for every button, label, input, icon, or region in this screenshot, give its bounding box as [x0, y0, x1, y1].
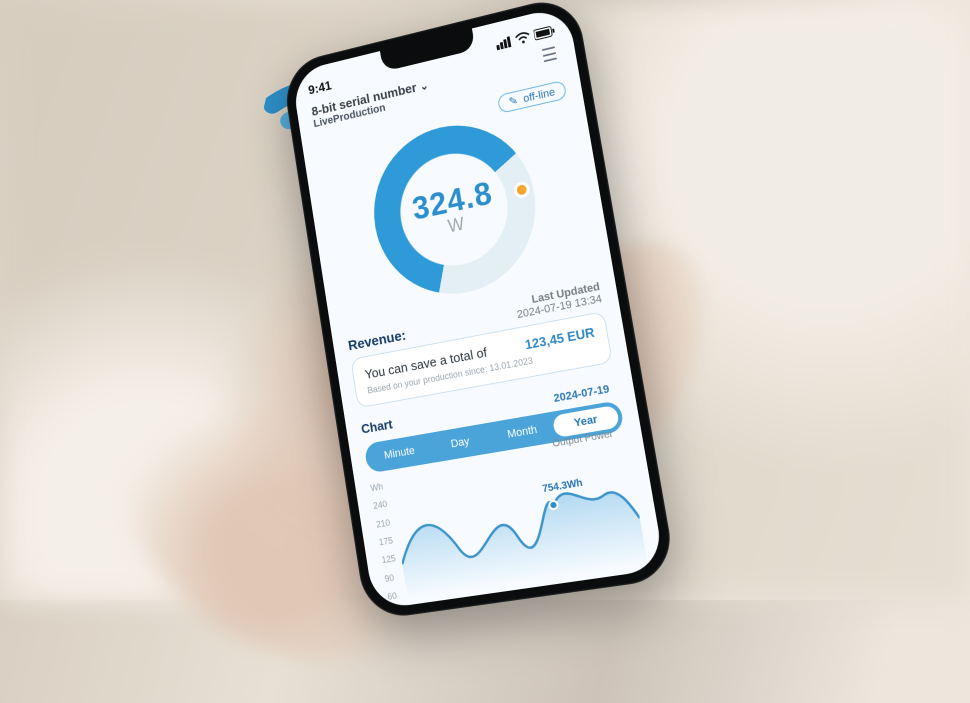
chart-plot: Output Power 754.3Wh	[389, 441, 648, 599]
ytick: 175	[378, 535, 393, 547]
tab-minute[interactable]: Minute	[368, 437, 431, 469]
chart-svg	[389, 441, 648, 599]
offline-label: off-line	[522, 86, 556, 105]
tab-month[interactable]: Month	[489, 416, 555, 449]
gauge-unit: W	[446, 214, 465, 238]
ytick: 125	[381, 553, 396, 565]
battery-icon	[533, 24, 556, 41]
ytick: 240	[373, 499, 388, 511]
tab-day[interactable]: Day	[428, 427, 493, 459]
ytick: 60	[387, 590, 402, 602]
y-unit: Wh	[370, 481, 385, 493]
wifi-icon	[514, 30, 531, 45]
menu-icon[interactable]: ☰	[541, 46, 561, 64]
chevron-down-icon: ⌄	[419, 80, 429, 93]
edit-icon: ✎	[508, 94, 519, 109]
power-gauge: 324.8 W	[362, 109, 548, 308]
ytick: 210	[375, 517, 390, 529]
statusbar-time: 9:41	[307, 77, 332, 97]
cellular-icon	[495, 35, 512, 50]
ytick: 90	[384, 572, 399, 584]
